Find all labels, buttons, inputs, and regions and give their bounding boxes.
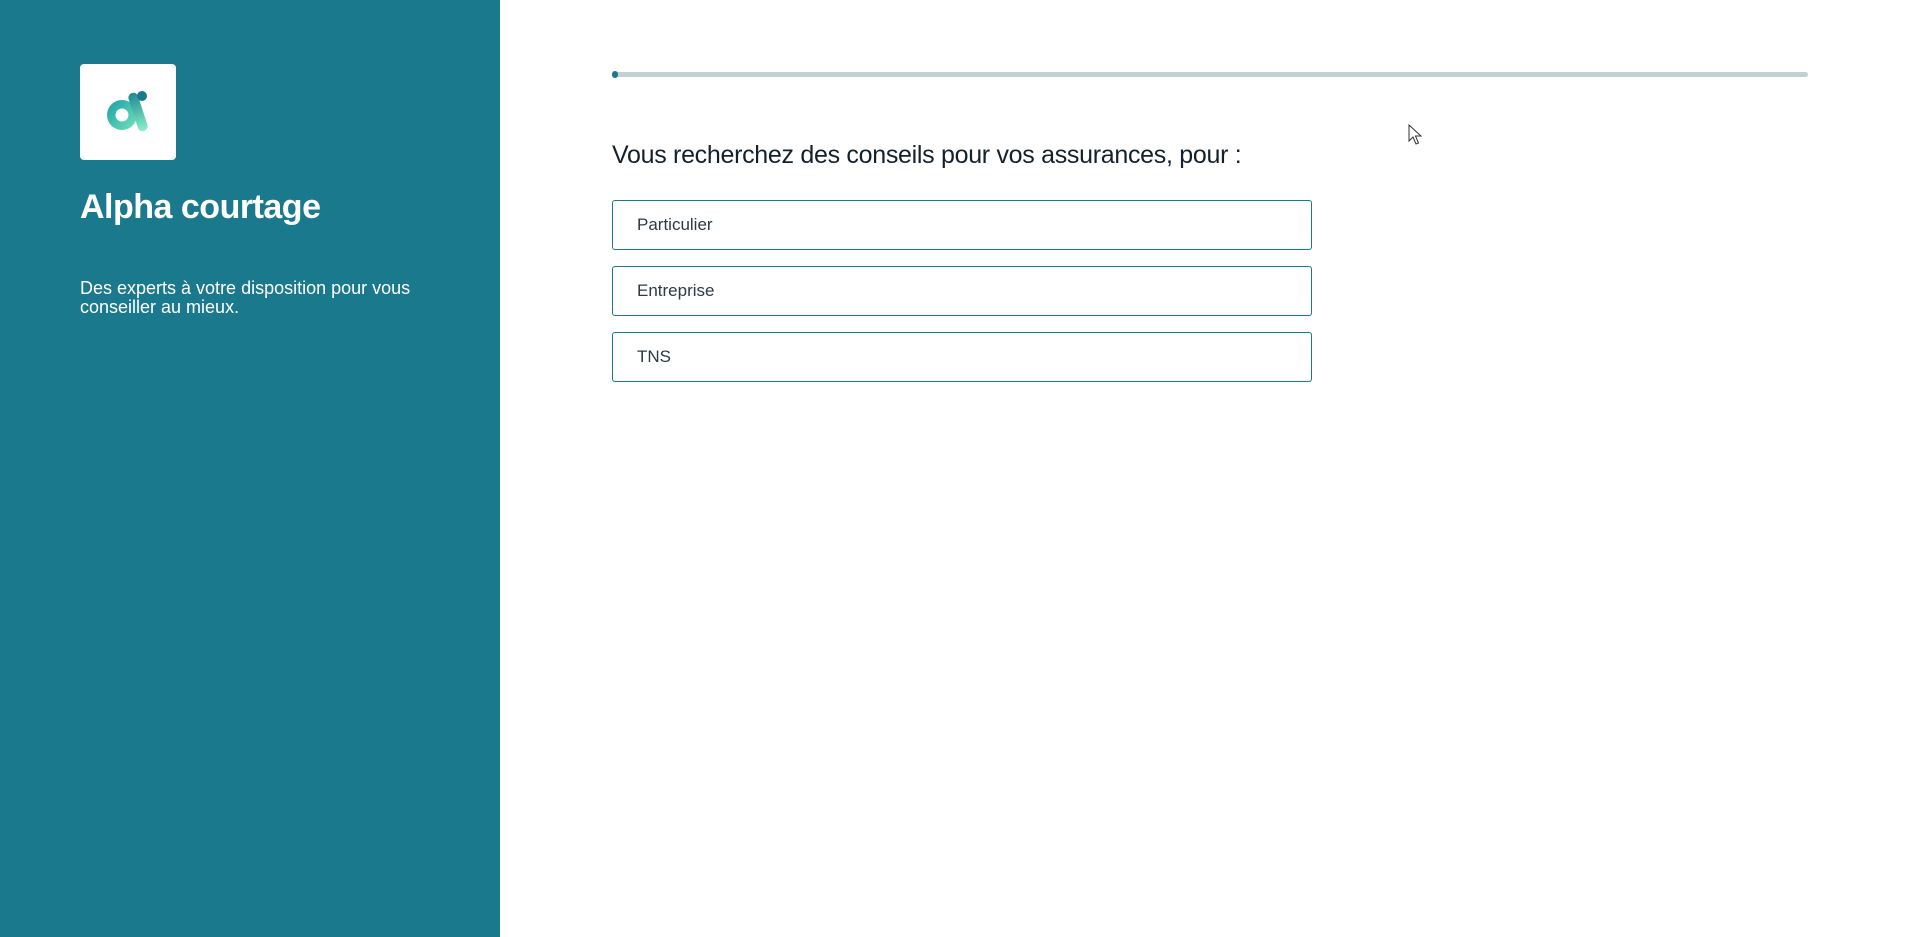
brand-sidebar: Alpha courtage Des experts à votre dispo… [0, 0, 500, 937]
option-particulier[interactable]: Particulier [612, 200, 1312, 250]
question-title: Vous recherchez des conseils pour vos as… [612, 141, 1242, 169]
mouse-cursor-icon [1408, 124, 1423, 145]
brand-tagline: Des experts à votre disposition pour vou… [80, 278, 411, 317]
progress-bar-fill [612, 71, 618, 78]
page: Alpha courtage Des experts à votre dispo… [0, 0, 1920, 937]
answer-options: Particulier Entreprise TNS [612, 200, 1312, 398]
option-label: Particulier [637, 215, 713, 234]
option-tns[interactable]: TNS [612, 332, 1312, 382]
option-label: Entreprise [637, 281, 715, 300]
brand-name: Alpha courtage [80, 188, 321, 226]
progress-bar [612, 71, 1808, 78]
alpha-logo-icon [107, 91, 148, 132]
option-label: TNS [637, 347, 671, 366]
questionnaire-panel: Vous recherchez des conseils pour vos as… [500, 0, 1920, 937]
option-entreprise[interactable]: Entreprise [612, 266, 1312, 316]
logo [80, 64, 176, 160]
